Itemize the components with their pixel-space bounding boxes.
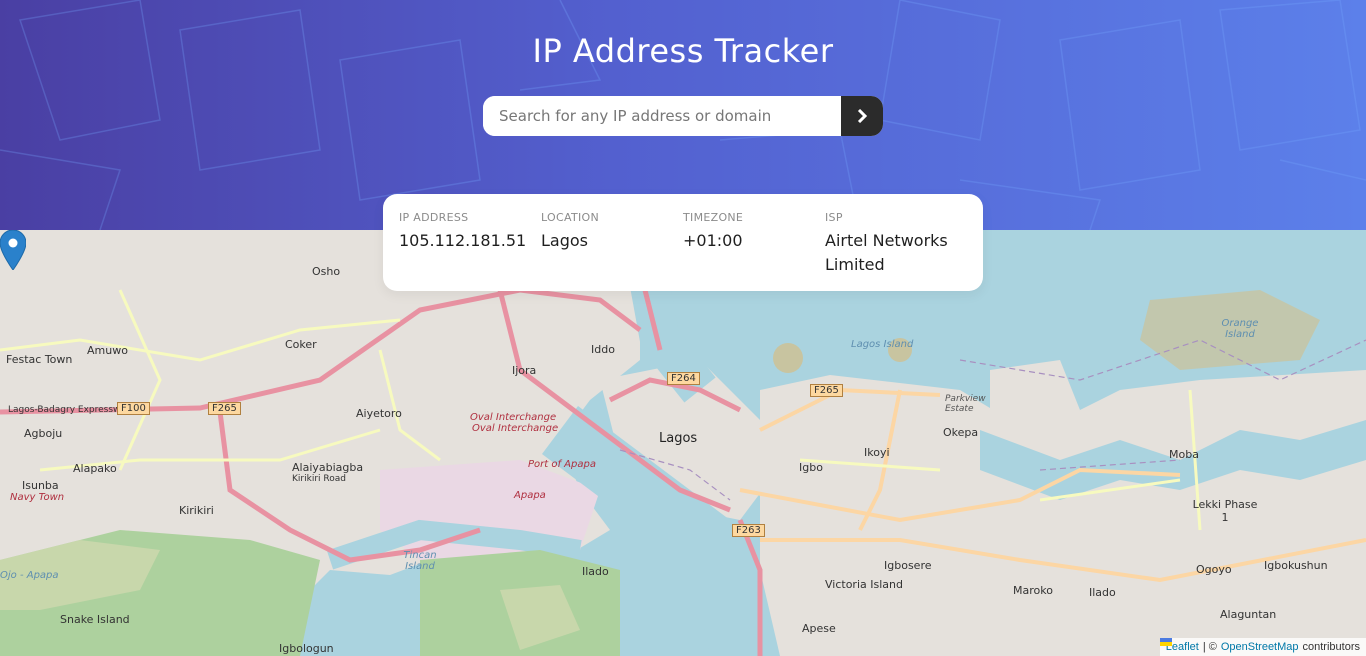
map-label: Igbo xyxy=(799,461,823,474)
map-label: Ojo - Apapa xyxy=(0,570,59,581)
chevron-right-icon xyxy=(857,109,867,123)
map-label: Igbokushun xyxy=(1264,559,1328,572)
map-label: Okepa xyxy=(943,426,979,439)
map-label: Agboju xyxy=(24,427,63,440)
map-label: Moba xyxy=(1169,448,1199,461)
map-label: Oval Interchange xyxy=(472,423,559,434)
attribution-contributors: contributors xyxy=(1302,641,1360,653)
map-label: Apese xyxy=(802,622,836,635)
map-label: Isunba xyxy=(22,479,59,492)
route-shield: F265 xyxy=(208,402,241,415)
map-label: Iddo xyxy=(591,343,615,356)
map-label: Igbologun xyxy=(279,642,334,655)
map-label: Navy Town xyxy=(10,492,65,503)
info-label: ISP xyxy=(825,211,843,224)
map-label: Orange Island xyxy=(1221,318,1259,340)
map-label: Tincan Island xyxy=(403,550,437,572)
map-label: Port of Apapa xyxy=(528,459,596,470)
map-label: Ikoyi xyxy=(864,446,890,459)
map-label: Oval Interchange xyxy=(470,412,557,423)
map-label: Coker xyxy=(285,338,317,351)
map-label: Festac Town xyxy=(6,353,73,366)
map-label: Victoria Island xyxy=(825,578,903,591)
info-timezone: TIMEZONE +01:00 xyxy=(683,211,825,274)
map-label: Ijora xyxy=(512,364,537,377)
info-value: Airtel Networks Limited xyxy=(825,231,948,274)
map-label: Lagos Island xyxy=(851,339,914,350)
map-label: Ogoyo xyxy=(1196,563,1232,576)
map-label: Parkview Estate xyxy=(945,394,986,414)
info-label: IP ADDRESS xyxy=(399,211,469,224)
info-location: LOCATION Lagos xyxy=(541,211,683,274)
location-marker-icon[interactable] xyxy=(0,230,26,270)
ukraine-flag-icon xyxy=(1159,638,1172,646)
page-title: IP Address Tracker xyxy=(532,32,834,70)
search-form xyxy=(483,96,883,136)
map-label: Snake Island xyxy=(60,613,130,626)
info-ip-address: IP ADDRESS 105.112.181.51 xyxy=(399,211,541,274)
search-input[interactable] xyxy=(483,96,841,136)
map-label: Igbosere xyxy=(884,559,932,572)
map-label: Osho xyxy=(312,265,341,278)
info-isp: ISP Airtel Networks Limited xyxy=(825,211,967,274)
osm-link[interactable]: OpenStreetMap xyxy=(1221,641,1299,653)
map-label: Alaiyabiagba xyxy=(292,461,364,474)
map-label: Lagos xyxy=(659,431,698,446)
map-view[interactable]: Osho Festac Town Amuwo Coker Ijora Iddo … xyxy=(0,230,1366,656)
map-label: Apapa xyxy=(514,490,546,501)
map-label: Alapako xyxy=(73,462,117,475)
info-label: TIMEZONE xyxy=(683,211,744,224)
route-shield: F264 xyxy=(667,372,700,385)
map-label: Maroko xyxy=(1013,584,1053,597)
info-value: 105.112.181.51 xyxy=(399,231,527,250)
map-label: Amuwo xyxy=(87,344,128,357)
route-shield: F100 xyxy=(117,402,150,415)
map-label: Ilado xyxy=(582,565,609,578)
map-label: Ilado xyxy=(1089,586,1116,599)
map-label: Kirikiri xyxy=(179,504,214,517)
ip-info-card: IP ADDRESS 105.112.181.51 LOCATION Lagos… xyxy=(383,194,983,291)
map-label: Kirikiri Road xyxy=(292,474,346,484)
map-label: Aiyetoro xyxy=(356,407,402,420)
map-attribution: Leaflet | © OpenStreetMap contributors xyxy=(1159,638,1366,656)
route-shield: F265 xyxy=(810,384,843,397)
info-value: Lagos xyxy=(541,231,588,250)
map-label: Lagos-Badagry Expressway xyxy=(8,405,132,415)
map-label: Lekki Phase 1 xyxy=(1192,498,1258,524)
info-label: LOCATION xyxy=(541,211,599,224)
route-shield: F263 xyxy=(732,524,765,537)
attribution-separator: | © xyxy=(1202,641,1217,653)
search-submit-button[interactable] xyxy=(841,96,883,136)
map-label: Alaguntan xyxy=(1220,608,1277,621)
info-value: +01:00 xyxy=(683,231,743,250)
